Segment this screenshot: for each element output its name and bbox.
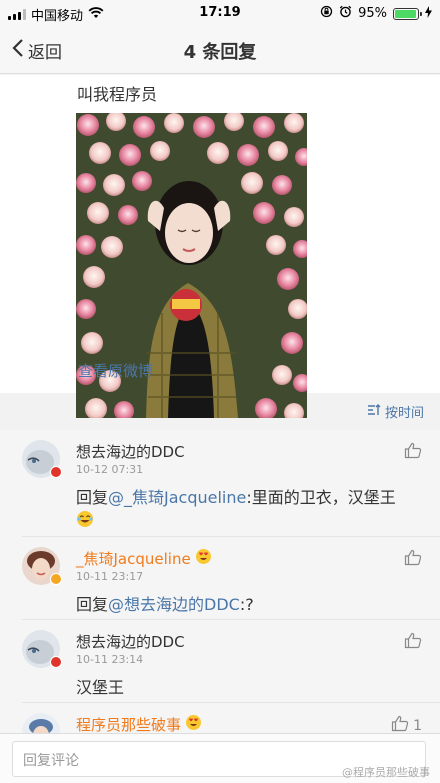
comment-item: 想去海边的DDC 10-11 23:14 汉堡王 [0,620,440,703]
comment-item: _焦琦Jacqueline 10-11 23:17 回复@想去海边的DDC:? [0,537,440,620]
comment-body: 回复@想去海边的DDC:? [76,591,254,615]
view-original-link[interactable]: 查看原微博 [78,360,153,381]
thumbs-up-icon [404,632,422,653]
verified-badge-icon [50,656,62,668]
comment-time: 10-11 23:17 [76,570,144,583]
comment-author[interactable]: 程序员那些破事 [76,714,202,733]
like-button[interactable] [404,632,422,653]
like-button[interactable]: 1 [391,715,422,733]
original-post[interactable]: 叫我程序员 查看原微博 [0,75,440,418]
reply-bar: 回复评论 @程序员那些破事 [0,733,440,783]
alarm-icon [339,5,352,22]
heart-eyes-emoji-icon [185,714,202,733]
page-title: 4 条回复 [183,42,257,63]
comment-item: 想去海边的DDC 10-12 07:31 回复@_焦琦Jacqueline:里面… [0,430,440,537]
status-bar: 中国移动 17:19 95% [0,0,440,26]
mention-link[interactable]: @想去海边的DDC [108,595,240,614]
comment-author[interactable]: 想去海边的DDC [76,441,185,462]
battery-percent: 95% [358,6,387,21]
watermark: @程序员那些破事 [342,766,430,779]
comment-body: 回复@_焦琦Jacqueline:里面的卫衣，汉堡王 [76,484,396,508]
thumbs-up-icon [391,715,409,733]
verified-badge-icon [50,466,62,478]
like-button[interactable] [404,442,422,463]
comment-text: 汉堡王 [76,678,125,697]
comment-author[interactable]: _焦琦Jacqueline [76,548,212,569]
thumbs-up-icon [404,442,422,463]
heart-eyes-emoji-icon [195,548,212,569]
orientation-lock-icon [320,5,333,22]
comment-time: 10-11 23:14 [76,653,144,666]
author-name: 程序员那些破事 [76,716,182,733]
reply-prefix: 回复 [76,595,109,614]
sort-row: 按时间 [0,398,440,430]
sort-label: 按时间 [384,406,424,421]
thumbs-up-icon [404,549,422,570]
sort-icon [367,403,381,420]
comment-time: 10-12 07:31 [76,463,144,476]
comment-text: :? [239,595,254,614]
comment-item: 程序员那些破事 1 [0,703,440,733]
like-button[interactable] [404,549,422,570]
sort-by-time-button[interactable]: 按时间 [367,402,424,421]
laughing-crying-emoji-icon [76,510,94,532]
reply-prefix: 回复 [76,488,109,507]
battery-icon [393,7,422,20]
comment-text: :里面的卫衣，汉堡王 [246,488,396,507]
charging-icon [425,5,432,22]
avatar[interactable] [22,713,60,733]
verified-badge-icon [50,573,62,585]
comment-author[interactable]: 想去海边的DDC [76,631,185,652]
like-count: 1 [413,717,422,734]
author-name: _焦琦Jacqueline [76,550,191,568]
mention-link[interactable]: @_焦琦Jacqueline [108,488,246,507]
post-text: 叫我程序员 [77,85,158,104]
nav-bar: 返回 4 条回复 [0,26,440,74]
comment-body: 汉堡王 [76,674,124,698]
